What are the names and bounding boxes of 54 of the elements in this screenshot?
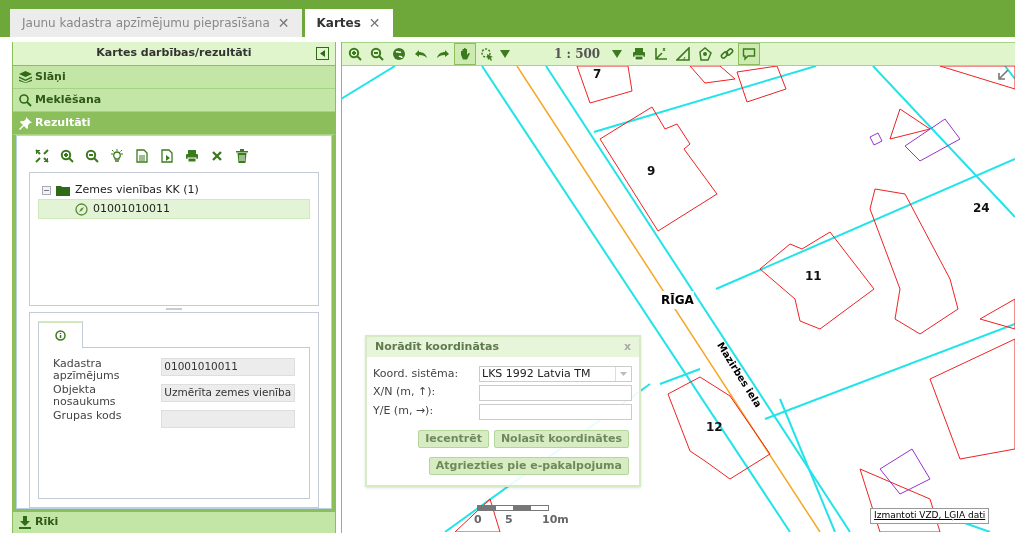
panel-title: Kartes darbības/rezultāti (96, 45, 252, 62)
lot-number: 11 (805, 268, 822, 285)
download-icon (19, 516, 31, 529)
folder-icon (56, 184, 70, 196)
dropdown-arrow-icon[interactable] (498, 50, 512, 58)
accordion-header[interactable]: Slāņi (13, 66, 335, 89)
dialog-button[interactable]: Iecentrēt (418, 430, 489, 448)
field-label: Koord. sistēma: (373, 365, 460, 382)
dialog-button[interactable]: Nolasīt koordinātes (493, 430, 629, 448)
scale-label: 0 (474, 512, 482, 528)
hand-icon[interactable] (454, 43, 476, 65)
lot-number: 24 (973, 200, 990, 217)
dropdown-arrow-icon[interactable] (610, 50, 625, 58)
compass-icon (75, 202, 88, 216)
lot-number: 12 (706, 419, 723, 436)
coordinate-system-select[interactable]: LKS 1992 Latvia TM (479, 366, 632, 382)
tab[interactable]: Jaunu kadastra apzīmējumu pieprasīšana ✕ (10, 9, 302, 37)
field-label: Objekta nosaukums (53, 384, 117, 408)
dialog-button[interactable]: Atgriezties pie e-pakalpojuma (428, 457, 629, 475)
magnifier-icon (19, 93, 32, 107)
layers-icon (19, 71, 32, 83)
field-value: Uzmērīta zemes vienība (161, 384, 295, 402)
close-icon[interactable]: ✕ (277, 12, 290, 34)
scale-bar (477, 505, 549, 511)
collapse-toggle[interactable] (42, 185, 51, 195)
info-icon (55, 330, 66, 341)
collapse-icon[interactable] (316, 47, 329, 60)
map-drawing[interactable] (342, 66, 1015, 532)
scale-value[interactable]: 1 : 500 (554, 45, 601, 63)
field-label: Kadastra apzīmējums (53, 358, 121, 382)
tree-group-label[interactable]: Zemes vienības KK (1) (75, 181, 199, 199)
expand-icon[interactable] (997, 69, 1009, 81)
field-value: 01001010011 (161, 358, 295, 376)
scale-label: 5 (505, 512, 513, 528)
scale-label: 10m (542, 512, 569, 528)
dialog-title: Norādīt koordinātas (375, 338, 500, 355)
city-label: RĪGA (661, 291, 694, 309)
close-icon[interactable]: ✕ (368, 12, 381, 34)
field-label: X/N (m, ↑): (373, 384, 437, 401)
info-tab[interactable] (38, 321, 83, 348)
input-field[interactable] (479, 403, 632, 420)
accordion-header[interactable]: Meklēšana (13, 89, 335, 112)
input-field[interactable] (479, 384, 632, 401)
field-label: Y/E (m, →): (373, 403, 435, 420)
attribution-link[interactable]: Izmantoti VZD, LĢIA dati (870, 508, 990, 524)
lot-number: 7 (593, 66, 602, 83)
minus-icon (44, 189, 49, 191)
lot-number: 9 (647, 163, 656, 180)
pin-icon (19, 116, 32, 130)
tree-item[interactable]: 01001010011 (38, 199, 310, 219)
speech-bubble-icon[interactable] (738, 43, 761, 65)
tab[interactable]: Kartes ✕ (304, 9, 393, 37)
accordion-header[interactable]: Rīki (13, 512, 335, 533)
field-label: Grupas kods (53, 410, 123, 422)
